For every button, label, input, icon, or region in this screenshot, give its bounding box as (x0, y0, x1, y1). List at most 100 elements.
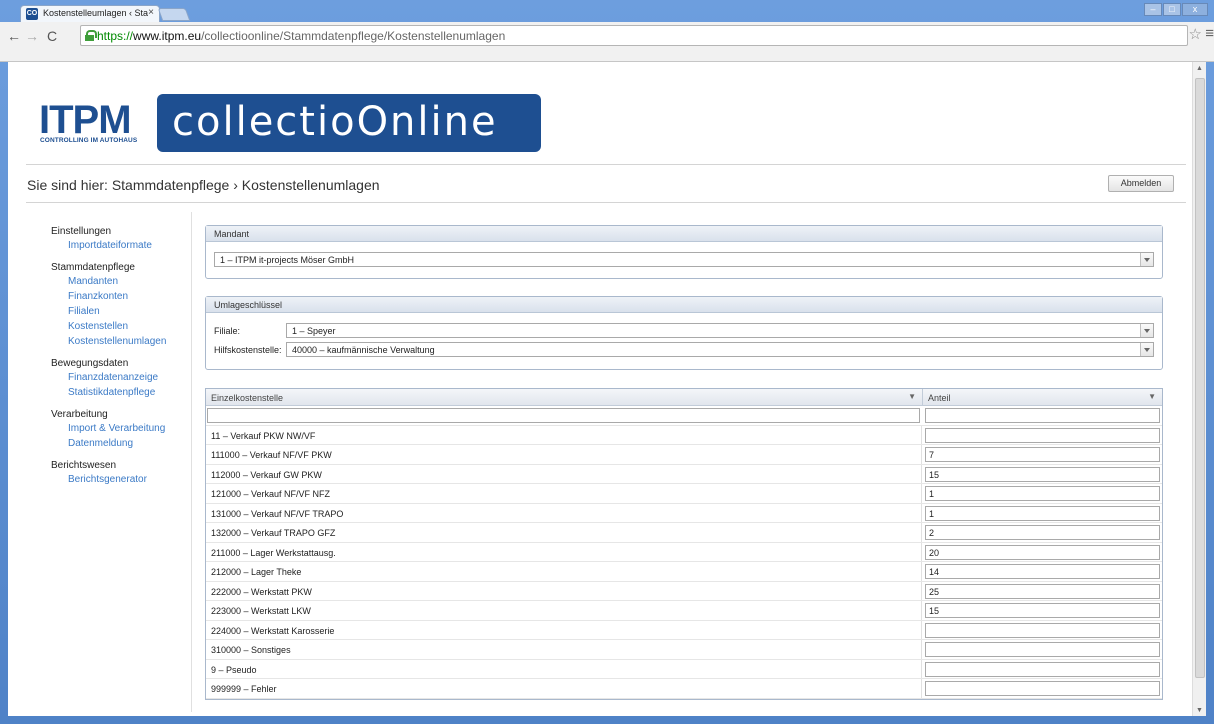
page-header: ITPM CONTROLLING IM AUTOHAUS collectioOn… (8, 62, 1192, 164)
scroll-down-icon[interactable]: ▼ (1196, 707, 1203, 714)
browser-tab[interactable]: CO Kostenstelleumlagen ‹ Sta × (20, 5, 160, 22)
chevron-down-icon[interactable] (1140, 253, 1153, 266)
header-divider (26, 164, 1186, 165)
sidebar-item-kostenstellen[interactable]: Kostenstellen (51, 319, 191, 334)
grid-header: Einzelkostenstelle ▼ Anteil ▼ (206, 389, 1162, 406)
address-bar[interactable]: https://www.itpm.eu/collectioonline/Stam… (80, 25, 1188, 46)
grid-filter-row (206, 406, 1162, 426)
anteil-input[interactable] (925, 661, 1160, 677)
anteil-filter-input[interactable] (925, 408, 1160, 423)
sidebar-group-berichtswesen: Berichtswesen Berichtsgenerator (51, 459, 191, 487)
anteil-input[interactable]: 20 (925, 544, 1160, 560)
hilfskostenstelle-select[interactable]: 40000 – kaufmännische Verwaltung (286, 342, 1154, 357)
bookmark-star-icon[interactable]: ☆ (1189, 25, 1202, 43)
logout-button[interactable]: Abmelden (1108, 175, 1174, 192)
site-favicon-icon: CO (26, 8, 38, 20)
chevron-down-icon[interactable] (1140, 343, 1153, 356)
mandant-panel: Mandant 1 – ITPM it-projects Möser GmbH (205, 225, 1163, 279)
maximize-icon[interactable]: □ (1163, 3, 1181, 16)
sidebar-item-import-verarbeitung[interactable]: Import & Verarbeitung (51, 421, 191, 436)
filter-icon[interactable]: ▼ (908, 392, 916, 401)
menu-icon[interactable]: ≡ (1205, 25, 1214, 42)
table-row: 224000 – Werkstatt Karosserie (206, 620, 1162, 640)
kostenstelle-cell: 223000 – Werkstatt LKW (206, 601, 922, 620)
kostenstelle-cell: 212000 – Lager Theke (206, 562, 922, 581)
forward-arrow-icon[interactable]: → (24, 28, 40, 44)
kostenstelle-cell: 224000 – Werkstatt Karosserie (206, 620, 922, 639)
anteil-input[interactable]: 15 (925, 603, 1160, 618)
anteil-input[interactable] (925, 427, 1160, 443)
anteil-input[interactable] (925, 642, 1160, 657)
sidebar-heading: Bewegungsdaten (51, 358, 129, 369)
table-row: 121000 – Verkauf NF/VF NFZ 1 (206, 484, 1162, 504)
column-header-anteil[interactable]: Anteil ▼ (923, 389, 1162, 406)
new-tab-button[interactable] (157, 8, 191, 21)
kostenstelle-cell: 310000 – Sonstiges (206, 640, 922, 659)
sidebar-item-importdateiformate[interactable]: Importdateiformate (51, 238, 191, 253)
scrollbar-thumb[interactable] (1195, 78, 1205, 678)
tab-title: Kostenstelleumlagen ‹ Sta (43, 8, 149, 18)
table-row: 111000 – Verkauf NF/VF PKW 7 (206, 445, 1162, 465)
sidebar-item-finanzdatenanzeige[interactable]: Finanzdatenanzeige (51, 370, 191, 385)
hilfskostenstelle-select-value: 40000 – kaufmännische Verwaltung (292, 345, 435, 355)
anteil-input[interactable]: 25 (925, 583, 1160, 599)
sidebar-heading: Verarbeitung (51, 409, 108, 420)
filiale-select-value: 1 – Speyer (292, 326, 336, 336)
kostenstellen-grid: Einzelkostenstelle ▼ Anteil ▼ 11 – Verka… (205, 388, 1163, 700)
anteil-input[interactable]: 2 (925, 525, 1160, 540)
sidebar-heading: Berichtswesen (51, 460, 117, 471)
lock-icon (85, 30, 97, 41)
product-logo: collectioOnline (157, 94, 541, 152)
anteil-input[interactable] (925, 681, 1160, 696)
anteil-input[interactable]: 1 (925, 486, 1160, 501)
reload-icon[interactable]: C (44, 28, 60, 44)
mandant-select[interactable]: 1 – ITPM it-projects Möser GmbH (214, 252, 1154, 267)
filter-icon[interactable]: ▼ (1148, 392, 1156, 401)
sidebar-group-verarbeitung: Verarbeitung Import & Verarbeitung Daten… (51, 408, 191, 451)
url-host: www.itpm.eu (133, 29, 202, 43)
sidebar-item-mandanten[interactable]: Mandanten (51, 274, 191, 289)
chevron-down-icon[interactable] (1140, 324, 1153, 337)
anteil-input[interactable]: 1 (925, 505, 1160, 521)
table-row: 223000 – Werkstatt LKW 15 (206, 601, 1162, 621)
hilfskostenstelle-label: Hilfskostenstelle: (214, 345, 282, 355)
kostenstelle-cell: 121000 – Verkauf NF/VF NFZ (206, 484, 922, 503)
kostenstelle-cell: 999999 – Fehler (206, 679, 922, 698)
table-row: 310000 – Sonstiges (206, 640, 1162, 660)
close-tab-icon[interactable]: × (148, 7, 154, 18)
anteil-input[interactable]: 15 (925, 466, 1160, 482)
sidebar-heading: Stammdatenpflege (51, 262, 135, 273)
table-row: 112000 – Verkauf GW PKW 15 (206, 464, 1162, 484)
sidebar-item-datenmeldung[interactable]: Datenmeldung (51, 436, 191, 451)
column-header-einzelkostenstelle[interactable]: Einzelkostenstelle ▼ (206, 389, 922, 406)
anteil-input[interactable]: 7 (925, 447, 1160, 462)
kostenstelle-cell: 11 – Verkauf PKW NW/VF (206, 425, 922, 444)
back-arrow-icon[interactable]: ← (6, 28, 22, 44)
kostenstelle-cell: 9 – Pseudo (206, 659, 922, 678)
scroll-up-icon[interactable]: ▲ (1196, 65, 1203, 72)
anteil-input[interactable]: 14 (925, 564, 1160, 579)
page-viewport: ITPM CONTROLLING IM AUTOHAUS collectioOn… (8, 62, 1206, 716)
filiale-label: Filiale: (214, 326, 241, 336)
sidebar-item-filialen[interactable]: Filialen (51, 304, 191, 319)
filiale-select[interactable]: 1 – Speyer (286, 323, 1154, 338)
url-path: /collectioonline/Stammdatenpflege/Kosten… (201, 29, 506, 43)
page-scrollbar[interactable]: ▲ ▼ (1192, 62, 1206, 716)
table-row: 132000 – Verkauf TRAPO GFZ 2 (206, 523, 1162, 543)
sidebar-item-finanzkonten[interactable]: Finanzkonten (51, 289, 191, 304)
anteil-input[interactable] (925, 622, 1160, 638)
mandant-select-value: 1 – ITPM it-projects Möser GmbH (220, 255, 355, 265)
sidebar-item-kostenstellenumlagen[interactable]: Kostenstellenumlagen (51, 334, 191, 349)
close-window-icon[interactable]: x (1182, 3, 1208, 16)
sidebar-nav: Einstellungen Importdateiformate Stammda… (51, 225, 191, 495)
browser-window: CO Kostenstelleumlagen ‹ Sta × – □ x ← →… (0, 0, 1214, 724)
table-row: 9 – Pseudo (206, 659, 1162, 679)
column-header-label: Anteil (928, 393, 951, 403)
column-header-label: Einzelkostenstelle (211, 393, 284, 403)
sidebar-item-statistikdatenpflege[interactable]: Statistikdatenpflege (51, 385, 191, 400)
minimize-icon[interactable]: – (1144, 3, 1162, 16)
sidebar-item-berichtsgenerator[interactable]: Berichtsgenerator (51, 472, 191, 487)
sidebar-group-bewegungsdaten: Bewegungsdaten Finanzdatenanzeige Statis… (51, 357, 191, 400)
kostenstelle-filter-input[interactable] (207, 408, 920, 423)
sidebar-divider (191, 212, 192, 712)
